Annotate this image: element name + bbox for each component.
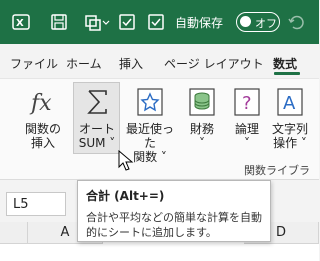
tab-insert[interactable]: 挿入 — [119, 55, 143, 72]
text-functions-line2: 操作 ˅ — [273, 136, 307, 150]
svg-text:X: X — [16, 18, 24, 29]
financial-line1: 財務 — [189, 122, 214, 136]
autosum-button[interactable]: オート SUM ˅ — [74, 86, 120, 150]
star-icon — [137, 88, 163, 116]
text-book-icon: A — [277, 88, 303, 116]
financial-button[interactable]: 財務 ˅ — [184, 86, 220, 150]
text-functions-button[interactable]: A 文字列 操作 ˅ — [269, 86, 311, 150]
autosum-line1: オート — [78, 122, 115, 136]
insert-function-button[interactable]: fx 関数の 挿入 — [20, 86, 66, 150]
insert-function-line1: 関数の — [24, 122, 61, 136]
coins-icon — [189, 88, 215, 116]
mouse-cursor-icon — [118, 150, 134, 171]
excel-logo-icon: X — [12, 14, 30, 30]
tooltip-description: 合計や平均などの簡単な計算を自動的にシートに追加します。 — [86, 211, 262, 239]
active-tab-indicator — [274, 72, 300, 75]
checkbox-icon[interactable] — [147, 13, 165, 31]
toggle-knob — [240, 16, 251, 27]
ribbon-tabs: ファイル ホーム 挿入 ページ レイアウト 数式 — [0, 44, 319, 74]
name-box[interactable]: L5 — [6, 192, 66, 216]
svg-text:?: ? — [242, 93, 252, 114]
save-icon[interactable] — [50, 13, 68, 31]
sigma-icon — [87, 90, 107, 114]
autosave-state: オフ — [255, 17, 277, 30]
logical-button[interactable]: ? 論理 ˅ — [229, 86, 265, 150]
tab-formulas[interactable]: 数式 — [273, 55, 297, 72]
check-icon[interactable] — [118, 13, 136, 31]
undo-icon[interactable] — [287, 13, 305, 31]
tab-page-layout[interactable]: ページ レイアウト — [164, 55, 264, 72]
title-bar: X 自動保存 オフ — [0, 0, 319, 44]
recently-used-line1: 最近使った — [125, 122, 174, 150]
financial-line2: ˅ — [199, 136, 205, 150]
select-all-corner[interactable] — [0, 222, 28, 244]
tab-home[interactable]: ホーム — [66, 55, 102, 72]
logical-line2: ˅ — [244, 136, 250, 150]
svg-text:fx: fx — [29, 91, 52, 116]
logical-line1: 論理 — [234, 122, 259, 136]
function-fx-icon: fx — [29, 91, 52, 116]
svg-text:A: A — [283, 93, 296, 114]
tab-file[interactable]: ファイル — [10, 55, 58, 72]
format-painter-icon[interactable] — [84, 13, 110, 31]
autosave-label: 自動保存 — [175, 16, 224, 30]
question-book-icon: ? — [234, 88, 260, 116]
insert-function-line2: 挿入 — [30, 136, 55, 150]
text-functions-line1: 文字列 — [271, 122, 308, 136]
autosave-toggle[interactable]: オフ — [236, 12, 280, 32]
autosum-line2: SUM ˅ — [78, 136, 116, 150]
tooltip-title: 合計 (Alt+=) — [86, 189, 165, 203]
autosum-tooltip: 合計 (Alt+=) 合計や平均などの簡単な計算を自動的にシートに追加します。 — [77, 180, 271, 242]
